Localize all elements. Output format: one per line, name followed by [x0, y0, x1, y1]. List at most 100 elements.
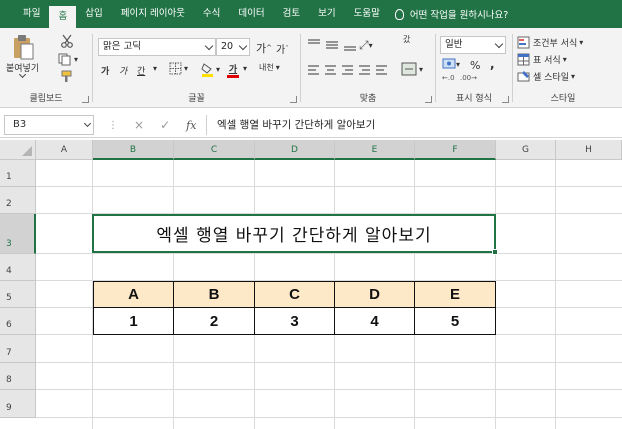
alignment-launcher-icon[interactable]	[425, 96, 432, 103]
row-header-2[interactable]: 2	[0, 187, 36, 214]
conditional-formatting-button[interactable]: 조건부 서식 ▾	[517, 36, 583, 49]
row-header-7[interactable]: 7	[0, 335, 36, 363]
cancel-icon[interactable]: ×	[134, 118, 144, 132]
tab-home[interactable]: 홈	[49, 4, 77, 28]
table-header-cell[interactable]: B	[173, 281, 255, 308]
comma-style-button[interactable]: ,	[490, 57, 495, 71]
percent-style-button[interactable]: %	[470, 59, 480, 72]
fill-handle[interactable]	[492, 249, 498, 255]
column-header-a[interactable]: A	[36, 140, 93, 160]
spreadsheet-grid: A B C D E F G H 1 2 3 4 5 6 7 8 9 엑셀 행열 …	[0, 140, 622, 429]
merge-center-button[interactable]: ▾	[401, 62, 423, 76]
column-header-e[interactable]: E	[335, 140, 415, 160]
column-header-g[interactable]: G	[496, 140, 556, 160]
format-as-table-label: 표 서식	[533, 56, 561, 66]
wrap-text-button[interactable]: 갔	[403, 36, 410, 44]
enter-icon[interactable]: ✓	[160, 118, 170, 132]
tell-me-search[interactable]: 어떤 작업을 원하시나요?	[394, 7, 509, 21]
tab-file[interactable]: 파일	[14, 0, 49, 28]
format-as-table-button[interactable]: 표 서식 ▾	[517, 53, 567, 66]
bold-button[interactable]: 가	[101, 64, 109, 77]
row-header-5[interactable]: 5	[0, 281, 36, 308]
table-value-cell[interactable]: 5	[414, 307, 496, 335]
column-header-b[interactable]: B	[93, 140, 174, 160]
select-all-button[interactable]	[0, 140, 36, 160]
table-header-cell[interactable]: D	[334, 281, 415, 308]
alignment-group: ⤢ ▾ 갔 ▾ 맞춤	[301, 28, 435, 108]
tab-review[interactable]: 검토	[274, 0, 309, 28]
lightbulb-icon	[394, 8, 404, 20]
phonetic-button[interactable]: 내천 ▾	[259, 62, 280, 73]
title-cell-b3[interactable]: 엑셀 행열 바꾸기 간단하게 알아보기	[92, 214, 496, 253]
font-color-label: 가	[228, 65, 238, 75]
table-value-cell[interactable]: 4	[334, 307, 415, 335]
paint-bucket-icon	[201, 63, 213, 77]
grow-font-button[interactable]: 가 ^	[256, 40, 272, 56]
row-header-3[interactable]: 3	[0, 214, 36, 254]
font-size-select[interactable]: 20	[216, 38, 250, 56]
tab-help[interactable]: 도움말	[345, 0, 389, 28]
cut-button[interactable]	[60, 34, 74, 48]
chevron-down-icon	[238, 41, 248, 51]
copy-dropdown-icon[interactable]: ▾	[74, 55, 78, 64]
formula-input[interactable]: 엑셀 행열 바꾸기 간단하게 알아보기	[206, 115, 616, 135]
cell-styles-button[interactable]: 셀 스타일 ▾	[517, 70, 575, 83]
name-box[interactable]: B3	[4, 115, 94, 135]
table-header-cell[interactable]: A	[93, 281, 174, 308]
number-launcher-icon[interactable]	[502, 96, 509, 103]
table-value-cell[interactable]: 1	[93, 307, 174, 335]
conditional-formatting-label: 조건부 서식	[533, 39, 578, 49]
column-header-f[interactable]: F	[415, 140, 496, 160]
tab-view[interactable]: 보기	[309, 0, 344, 28]
column-header-d[interactable]: D	[255, 140, 335, 160]
tab-formulas[interactable]: 수식	[194, 0, 229, 28]
decrease-decimal-button[interactable]: .00→	[460, 74, 477, 82]
accounting-format-button[interactable]: ▾	[442, 58, 460, 70]
tab-insert[interactable]: 삽입	[76, 0, 111, 28]
borders-icon	[169, 62, 182, 75]
tab-data[interactable]: 데이터	[229, 0, 273, 28]
merge-cells-icon	[401, 62, 417, 76]
underline-dropdown-icon[interactable]: ▾	[153, 64, 157, 73]
column-header-c[interactable]: C	[174, 140, 255, 160]
wrap-text-label: 갔	[403, 35, 411, 44]
borders-button[interactable]: ▾	[169, 62, 188, 75]
gridline	[36, 253, 622, 254]
row-header-9[interactable]: 9	[0, 390, 36, 418]
font-group: 맑은 고딕 20 가 ^ 가ˇ 가 가 간 ▾ ▾ ▾ 가 ▾ 내천 ▾ 글꼴	[93, 28, 300, 108]
horizontal-align-icons[interactable]	[307, 64, 387, 77]
formula-bar: B3 ⋮ × ✓ fx 엑셀 행열 바꾸기 간단하게 알아보기	[0, 112, 622, 138]
row-header-1[interactable]: 1	[0, 160, 36, 187]
underline-button[interactable]: 간	[137, 64, 145, 77]
table-header-cell[interactable]: C	[254, 281, 335, 308]
clipboard-launcher-icon[interactable]	[82, 96, 89, 103]
fill-color-button[interactable]: ▾	[201, 62, 220, 77]
shrink-font-button[interactable]: 가ˇ	[276, 41, 289, 57]
paste-button[interactable]: 붙여넣기	[6, 34, 39, 79]
table-value-cell[interactable]: 2	[173, 307, 255, 335]
orientation-button[interactable]: ⤢ ▾	[359, 38, 373, 53]
insert-function-icon[interactable]: fx	[186, 119, 196, 132]
cell-styles-label: 셀 스타일	[533, 73, 569, 83]
font-launcher-icon[interactable]	[290, 96, 297, 103]
table-icon	[517, 53, 530, 66]
italic-button[interactable]: 가	[119, 64, 127, 77]
font-name-select[interactable]: 맑은 고딕	[98, 38, 216, 56]
row-header-4[interactable]: 4	[0, 254, 36, 281]
format-painter-icon	[61, 70, 72, 82]
row-header-6[interactable]: 6	[0, 308, 36, 335]
number-format-select[interactable]: 일반	[440, 36, 506, 54]
table-header-cell[interactable]: E	[414, 281, 496, 308]
increase-decimal-button[interactable]: ←.0	[442, 74, 455, 82]
gridline	[36, 186, 622, 187]
alignment-group-label: 맞춤	[359, 94, 377, 104]
row-header-8[interactable]: 8	[0, 363, 36, 390]
font-color-button[interactable]: 가	[227, 62, 239, 78]
tell-me-text: 어떤 작업을 원하시나요?	[409, 10, 509, 21]
format-painter-button[interactable]	[60, 70, 73, 83]
tab-page-layout[interactable]: 페이지 레이아웃	[112, 0, 194, 28]
font-color-dropdown-icon[interactable]: ▾	[243, 64, 247, 73]
copy-button[interactable]: ▾	[58, 53, 78, 66]
table-value-cell[interactable]: 3	[254, 307, 335, 335]
column-header-h[interactable]: H	[556, 140, 622, 160]
